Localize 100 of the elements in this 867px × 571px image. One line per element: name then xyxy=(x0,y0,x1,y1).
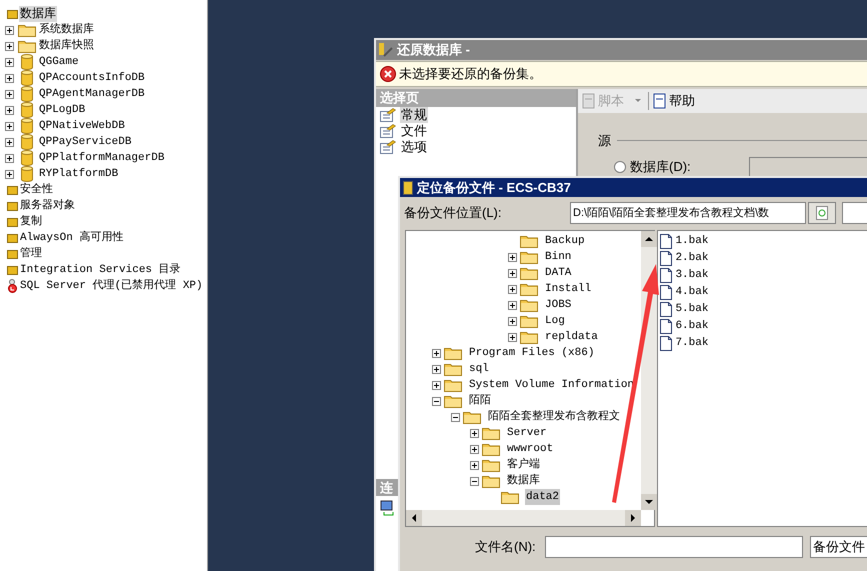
expand-icon[interactable] xyxy=(508,332,517,342)
expand-icon[interactable] xyxy=(5,58,14,66)
folder-item[interactable]: Binn xyxy=(544,249,572,265)
expand-icon[interactable] xyxy=(5,26,14,34)
collapse-icon[interactable] xyxy=(432,396,441,406)
folder-icon xyxy=(444,378,462,392)
folder-item[interactable]: JOBS xyxy=(544,297,572,313)
scroll-down-icon[interactable] xyxy=(641,494,657,510)
database-icon xyxy=(21,86,33,102)
tree-item[interactable]: QGGame xyxy=(38,54,80,70)
folder-item[interactable]: 客户端 xyxy=(506,457,541,473)
tree-item[interactable]: Integration Services 目录 xyxy=(19,262,182,278)
tree-item[interactable]: 数据库 xyxy=(19,6,57,22)
location-label: 备份文件位置(L): xyxy=(404,204,502,222)
folder-item[interactable]: Program Files (x86) xyxy=(468,345,596,361)
agent-icon xyxy=(7,279,18,293)
expand-icon[interactable] xyxy=(508,268,517,278)
expand-icon[interactable] xyxy=(5,170,14,178)
folder-icon xyxy=(501,490,519,504)
file-icon xyxy=(660,234,672,249)
file-item[interactable]: 6.bak xyxy=(675,318,708,335)
expand-icon[interactable] xyxy=(470,444,479,454)
tree-item[interactable]: QPLogDB xyxy=(38,102,86,118)
folder-icon xyxy=(520,282,538,296)
tree-item[interactable]: AlwaysOn 高可用性 xyxy=(19,230,124,246)
tree-item[interactable]: SQL Server 代理(已禁用代理 XP) xyxy=(19,278,204,294)
scroll-left-icon[interactable] xyxy=(406,510,422,526)
expand-icon[interactable] xyxy=(5,90,14,98)
expand-icon[interactable] xyxy=(5,106,14,114)
expand-icon[interactable] xyxy=(5,138,14,146)
folder-item[interactable]: Backup xyxy=(544,233,586,249)
tree-item[interactable]: 安全性 xyxy=(19,182,54,198)
expand-icon[interactable] xyxy=(508,284,517,294)
folder-icon xyxy=(7,9,18,19)
tree-item[interactable]: QPNativeWebDB xyxy=(38,118,126,134)
collapse-icon[interactable] xyxy=(451,412,460,422)
horizontal-scrollbar[interactable] xyxy=(406,510,641,526)
expand-icon[interactable] xyxy=(508,300,517,310)
folder-item[interactable]: Log xyxy=(544,313,566,329)
folder-icon xyxy=(520,234,538,248)
folder-icon xyxy=(482,474,500,488)
scroll-up-icon[interactable] xyxy=(641,231,657,247)
expand-icon[interactable] xyxy=(508,316,517,326)
expand-icon[interactable] xyxy=(5,122,14,130)
expand-icon[interactable] xyxy=(432,348,441,358)
file-icon xyxy=(660,251,672,266)
database-wrench-icon xyxy=(378,42,394,58)
folder-item[interactable]: data2 xyxy=(525,489,560,505)
file-item[interactable]: 7.bak xyxy=(675,335,708,352)
file-name-field[interactable] xyxy=(545,536,803,558)
tree-item[interactable]: QPAccountsInfoDB xyxy=(38,70,146,86)
collapse-icon[interactable] xyxy=(470,476,479,486)
folder-item[interactable]: sql xyxy=(468,361,490,377)
file-item[interactable]: 2.bak xyxy=(675,250,708,267)
file-item[interactable]: 1.bak xyxy=(675,233,708,250)
folder-item[interactable]: Install xyxy=(544,281,592,297)
folder-item[interactable]: wwwroot xyxy=(506,441,554,457)
expand-icon[interactable] xyxy=(470,460,479,470)
toolbar-button[interactable]: 帮助 xyxy=(653,91,695,111)
radio-button[interactable] xyxy=(614,160,626,172)
folder-item[interactable]: Server xyxy=(506,425,548,441)
folder-icon xyxy=(520,250,538,264)
tree-item[interactable]: QPPlatformManagerDB xyxy=(38,150,166,166)
refresh-icon xyxy=(816,206,828,220)
folder-icon xyxy=(444,394,462,408)
page-item[interactable]: 常规 xyxy=(400,107,428,123)
database-field[interactable] xyxy=(748,156,867,176)
folder-icon xyxy=(444,346,462,360)
file-type-dropdown[interactable]: 备份文件 xyxy=(810,536,867,558)
tree-item[interactable]: 复制 xyxy=(19,214,43,230)
tree-item[interactable]: 系统数据库 xyxy=(38,22,95,38)
folder-item[interactable]: DATA xyxy=(544,265,572,281)
tree-item[interactable]: 服务器对象 xyxy=(19,198,76,214)
folder-icon xyxy=(7,201,18,211)
page-item[interactable]: 选项 xyxy=(400,139,428,155)
folder-item[interactable]: repldata xyxy=(544,329,599,345)
dialog-title: 定位备份文件 - ECS-CB37 xyxy=(417,178,571,197)
tree-item[interactable]: 管理 xyxy=(19,246,43,262)
tree-item[interactable]: QPPayServiceDB xyxy=(38,134,132,150)
folder-icon xyxy=(463,410,481,424)
page-icon xyxy=(380,124,396,138)
refresh-button[interactable] xyxy=(808,202,836,224)
folder-item[interactable]: 陌陌全套整理发布含教程文 xyxy=(487,409,621,425)
file-item[interactable]: 3.bak xyxy=(675,267,708,284)
expand-icon[interactable] xyxy=(508,252,517,262)
expand-icon[interactable] xyxy=(5,154,14,162)
expand-icon[interactable] xyxy=(5,42,14,50)
tree-item[interactable]: RYPlatformDB xyxy=(38,166,120,182)
expand-icon[interactable] xyxy=(5,74,14,82)
file-item[interactable]: 4.bak xyxy=(675,284,708,301)
expand-icon[interactable] xyxy=(470,428,479,438)
page-item[interactable]: 文件 xyxy=(400,123,428,139)
tree-item[interactable]: QPAgentManagerDB xyxy=(38,86,146,102)
expand-icon[interactable] xyxy=(432,380,441,390)
tree-item[interactable]: 数据库快照 xyxy=(38,38,95,54)
folder-item[interactable]: 陌陌 xyxy=(468,393,492,409)
location-field[interactable]: D:\陌陌\陌陌全套整理发布含教程文档\数 xyxy=(570,202,806,224)
expand-icon[interactable] xyxy=(432,364,441,374)
scroll-right-icon[interactable] xyxy=(625,510,641,526)
file-item[interactable]: 5.bak xyxy=(675,301,708,318)
